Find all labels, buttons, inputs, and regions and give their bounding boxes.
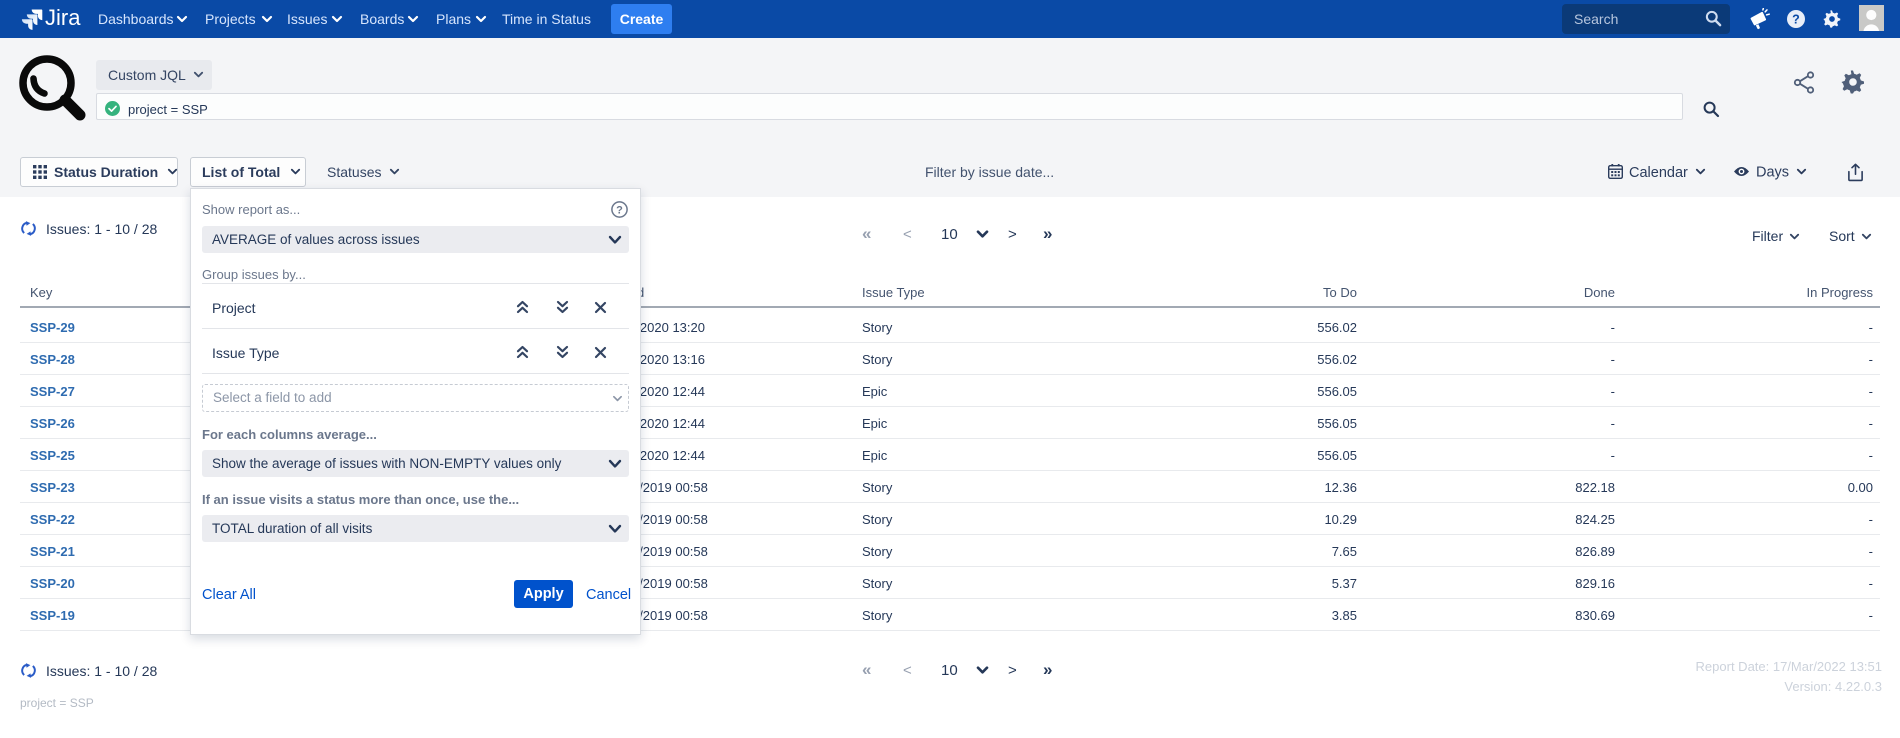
svg-text:?: ? [616,205,623,217]
